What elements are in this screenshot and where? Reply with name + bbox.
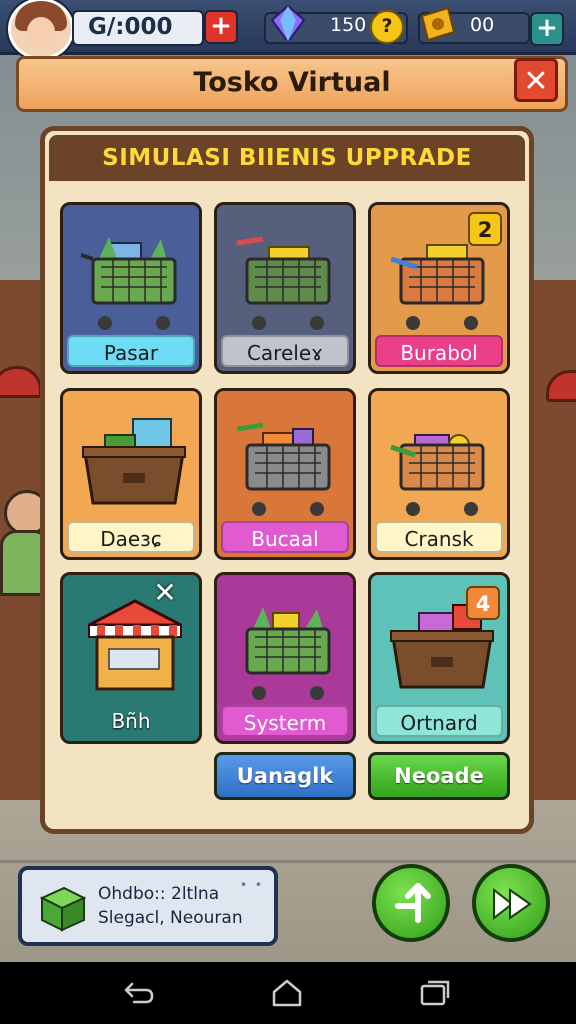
- panel-heading: SIMULASI BIIENIS UPPRADE: [102, 145, 472, 171]
- close-button[interactable]: ✕: [514, 58, 558, 102]
- info-line-2: Slegacl, Neouran: [98, 908, 243, 928]
- title-bar: Tosko Virtual: [16, 56, 568, 112]
- card-label: Careleɤ: [221, 335, 349, 367]
- left-action-button[interactable]: Uanaglk: [214, 752, 356, 800]
- fast-forward-icon: [493, 887, 532, 921]
- cart-icon: [236, 422, 331, 516]
- turn-arrow-icon: [395, 883, 431, 923]
- add-tickets-button[interactable]: +: [530, 12, 564, 46]
- back-icon[interactable]: [122, 978, 156, 1008]
- home-icon[interactable]: [270, 978, 304, 1008]
- floor-line: [0, 860, 576, 863]
- ticket-icon: [420, 6, 456, 42]
- help-icon[interactable]: ?: [370, 10, 404, 44]
- card-label: Bucaal: [221, 521, 349, 553]
- card-label: Pasar: [67, 335, 195, 367]
- recent-apps-icon[interactable]: [418, 978, 452, 1008]
- card-label: Daeɜɕ: [67, 521, 195, 553]
- player-avatar[interactable]: [8, 0, 74, 60]
- cart-icon: [80, 237, 177, 330]
- upgrade-card-brh[interactable]: Bñh: [60, 572, 202, 744]
- locked-icon: ✕: [153, 576, 177, 609]
- card-label: Cransk: [375, 521, 503, 553]
- page-title: Tosko Virtual: [193, 67, 391, 98]
- info-panel: Ohdbo:: 2ltlna Slegacl, Neouran • •: [18, 866, 278, 946]
- upgrade-card-daese[interactable]: Daeɜɕ: [60, 388, 202, 560]
- coin-counter: G/:000: [72, 10, 204, 46]
- green-cube-icon: [39, 886, 87, 932]
- upgrade-card-bucaal[interactable]: Bucaal: [214, 388, 356, 560]
- cart-icon: [245, 607, 331, 700]
- gem-icon: [270, 4, 306, 44]
- upgrade-card-systerm[interactable]: Systerm: [214, 572, 356, 744]
- card-label: Burabol: [375, 335, 503, 367]
- upgrade-card-careler[interactable]: Careleɤ: [214, 202, 356, 374]
- coin-value: G/:000: [88, 14, 173, 40]
- close-icon: ✕: [523, 64, 549, 99]
- upgrade-card-pasar[interactable]: Pasar: [60, 202, 202, 374]
- level-badge: 2: [468, 212, 502, 246]
- card-label: Systerm: [221, 705, 349, 737]
- card-label: Ortnard: [375, 705, 503, 737]
- gem-value: 150: [330, 14, 367, 36]
- cart-icon: [390, 434, 485, 516]
- add-coins-button[interactable]: +: [204, 10, 238, 44]
- top-status-bar: G/:000 + 150 ? 00 +: [0, 0, 576, 60]
- direction-button[interactable]: [372, 864, 450, 942]
- card-label: Bñh: [111, 709, 151, 733]
- ticket-value: 00: [470, 14, 495, 36]
- level-badge: 4: [466, 586, 500, 620]
- plus-icon: +: [210, 11, 232, 41]
- fast-forward-button[interactable]: [472, 864, 550, 942]
- panel-header: SIMULASI BIIENIS UPPRADE: [49, 135, 525, 181]
- upgrade-card-cransk[interactable]: Cransk: [368, 388, 510, 560]
- upgrade-button[interactable]: Neoade: [368, 752, 510, 800]
- cart-icon: [236, 236, 331, 330]
- menu-dots-icon[interactable]: • •: [240, 878, 264, 892]
- system-nav-bar: [0, 962, 576, 1024]
- info-line-1: Ohdbo:: 2ltlna: [98, 884, 220, 904]
- crate-icon: [82, 418, 186, 505]
- plus-icon: +: [536, 13, 558, 43]
